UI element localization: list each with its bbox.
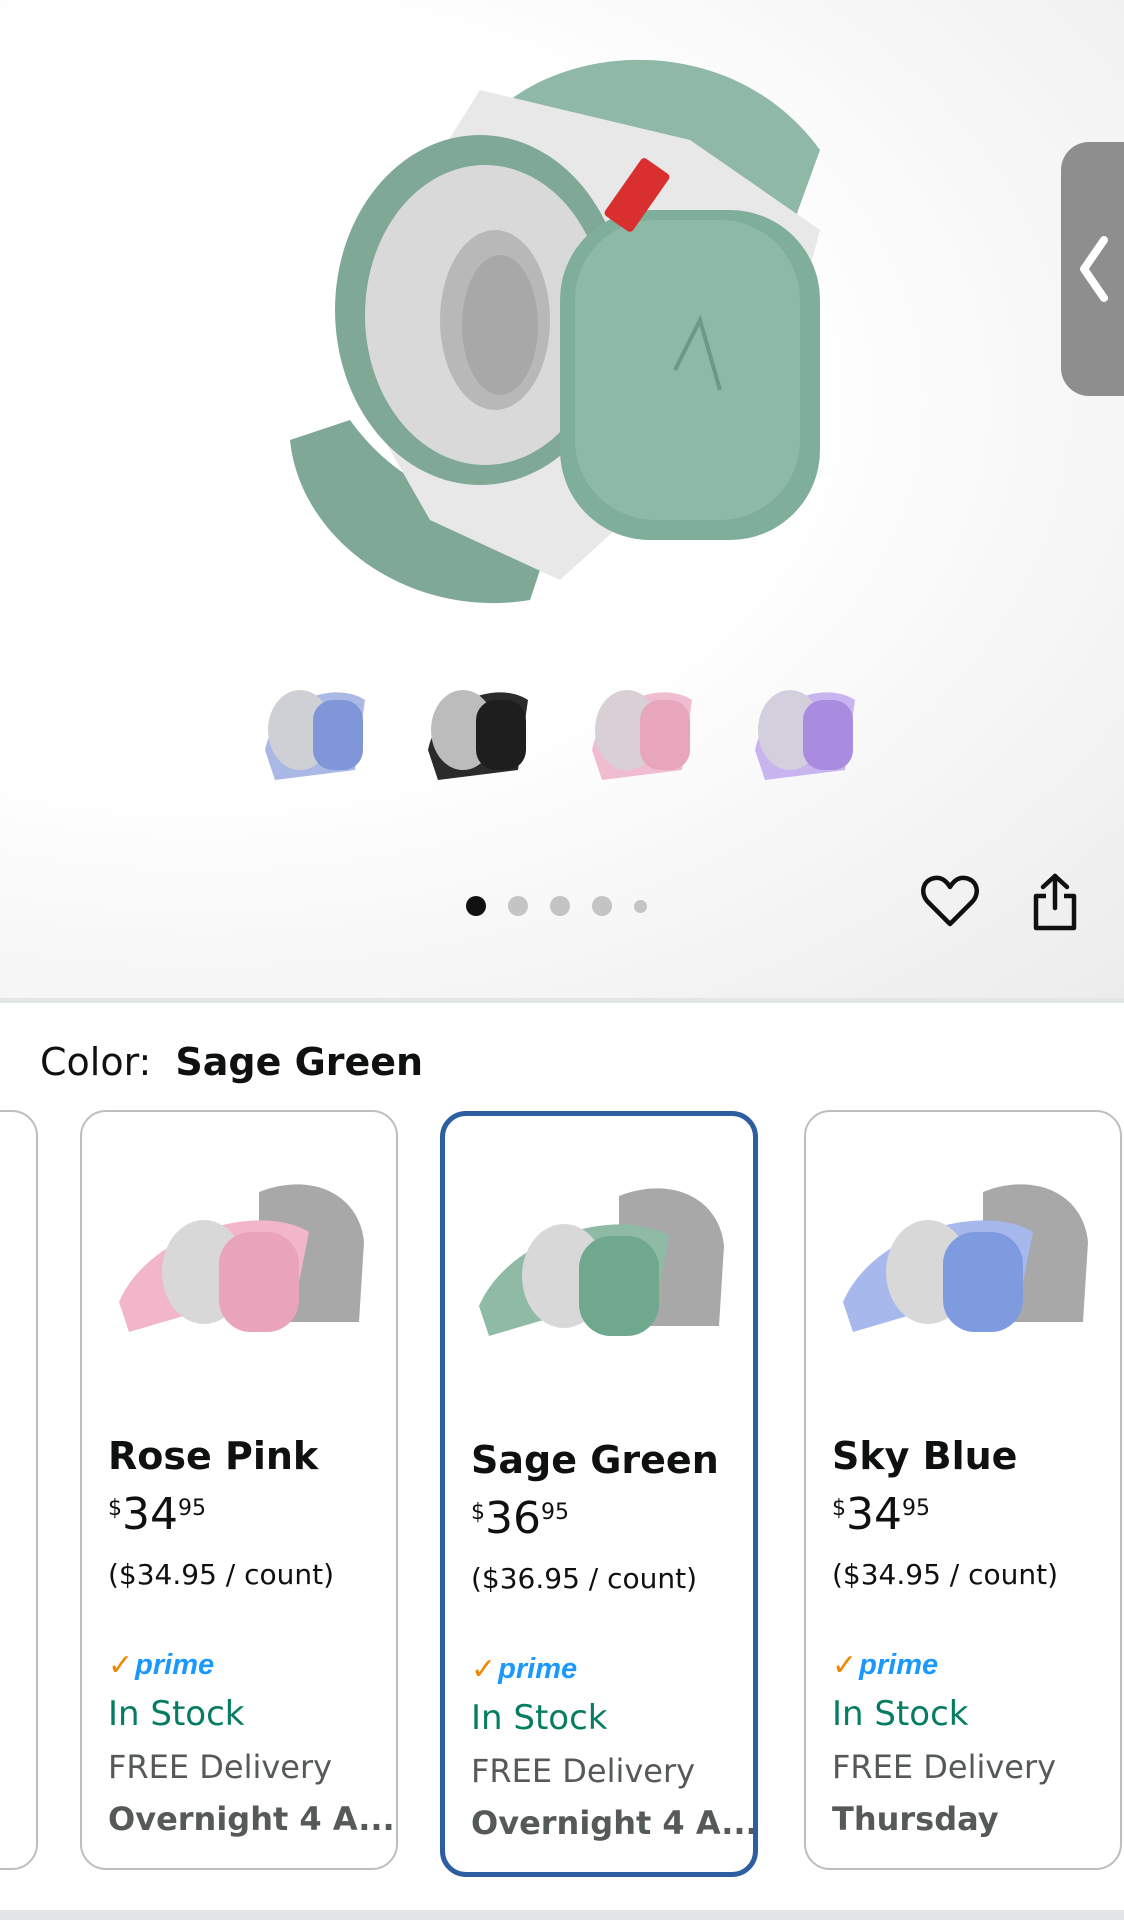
- price-currency: $: [471, 1500, 485, 1525]
- stock-status: In Stock: [832, 1694, 969, 1734]
- unit-price: ($36.95 / count): [471, 1562, 698, 1595]
- unit-price: ($34.95 / count): [832, 1558, 1059, 1591]
- pink-earmuffs-thumbnail[interactable]: [582, 660, 702, 790]
- price-currency: $: [108, 1496, 122, 1521]
- delivery-time: Thursday: [832, 1800, 999, 1838]
- black-earmuffs-thumbnail[interactable]: [418, 660, 538, 790]
- carousel-dot-3[interactable]: [550, 896, 570, 916]
- free-delivery-label: FREE Delivery: [471, 1752, 696, 1790]
- variant-name: Sage Green: [471, 1438, 719, 1482]
- variant-name: Rose Pink: [108, 1434, 319, 1478]
- price-whole: 34: [122, 1489, 178, 1540]
- price-fraction: 95: [541, 1500, 569, 1525]
- variant-name: Sky Blue: [832, 1434, 1018, 1478]
- variant-price: $ 34 95: [108, 1490, 206, 1540]
- carousel-dot-5[interactable]: [634, 899, 647, 913]
- prime-check-icon: ✓: [832, 1648, 858, 1683]
- carousel-dot-4[interactable]: [592, 896, 612, 916]
- variant-price: $ 36 95: [471, 1494, 569, 1544]
- carousel-dot-1[interactable]: [466, 896, 486, 916]
- color-selector-header: Color: Sage Green: [40, 1040, 423, 1084]
- free-delivery-label: FREE Delivery: [108, 1748, 333, 1786]
- free-delivery-label: FREE Delivery: [832, 1748, 1057, 1786]
- prime-badge: ✓ prime: [471, 1652, 577, 1687]
- collapse-panel-tab[interactable]: [1061, 142, 1124, 396]
- bottom-divider: [0, 1910, 1124, 1920]
- unit-price: ($34.95 / count): [108, 1558, 335, 1591]
- rose-pink-earmuffs-image: [119, 1184, 364, 1332]
- chevron-left-icon: [1080, 236, 1108, 302]
- variant-card-partial[interactable]: [0, 1110, 38, 1870]
- delivery-time: Overnight 4 A...: [108, 1800, 395, 1838]
- purple-earmuffs-thumbnail[interactable]: [745, 660, 865, 790]
- prime-badge: ✓ prime: [832, 1648, 938, 1683]
- prime-check-icon: ✓: [108, 1648, 134, 1683]
- variant-card-sage-green[interactable]: Sage Green $ 36 95 ($36.95 / count) ✓ pr…: [440, 1111, 758, 1877]
- product-image-gallery[interactable]: [0, 0, 1124, 1000]
- prime-badge: ✓ prime: [108, 1648, 214, 1683]
- price-fraction: 95: [902, 1496, 930, 1521]
- variant-card-sky-blue[interactable]: Sky Blue $ 34 95 ($34.95 / count) ✓ prim…: [804, 1110, 1122, 1870]
- blue-earmuffs-thumbnail[interactable]: [255, 660, 375, 790]
- sage-green-earmuffs-image: [479, 1188, 724, 1336]
- prime-label: prime: [498, 1653, 578, 1685]
- delivery-time: Overnight 4 A...: [471, 1804, 758, 1842]
- stock-status: In Stock: [108, 1694, 245, 1734]
- variant-price: $ 34 95: [832, 1490, 930, 1540]
- selected-color-value: Sage Green: [175, 1040, 424, 1084]
- section-divider: [0, 998, 1124, 1003]
- prime-label: prime: [859, 1649, 939, 1681]
- carousel-pagination[interactable]: [466, 896, 669, 916]
- ear-muffs-product-image[interactable]: [260, 20, 860, 620]
- share-icon[interactable]: [1030, 872, 1080, 932]
- prime-check-icon: ✓: [471, 1652, 497, 1687]
- variant-card-rose-pink[interactable]: Rose Pink $ 34 95 ($34.95 / count) ✓ pri…: [80, 1110, 398, 1870]
- prime-label: prime: [135, 1649, 215, 1681]
- stock-status: In Stock: [471, 1698, 608, 1738]
- price-whole: 34: [846, 1489, 902, 1540]
- carousel-dot-2[interactable]: [508, 896, 528, 916]
- price-fraction: 95: [178, 1496, 206, 1521]
- color-label: Color:: [40, 1040, 152, 1084]
- price-whole: 36: [485, 1493, 541, 1544]
- price-currency: $: [832, 1496, 846, 1521]
- heart-icon[interactable]: [920, 872, 980, 932]
- sky-blue-earmuffs-image: [843, 1184, 1088, 1332]
